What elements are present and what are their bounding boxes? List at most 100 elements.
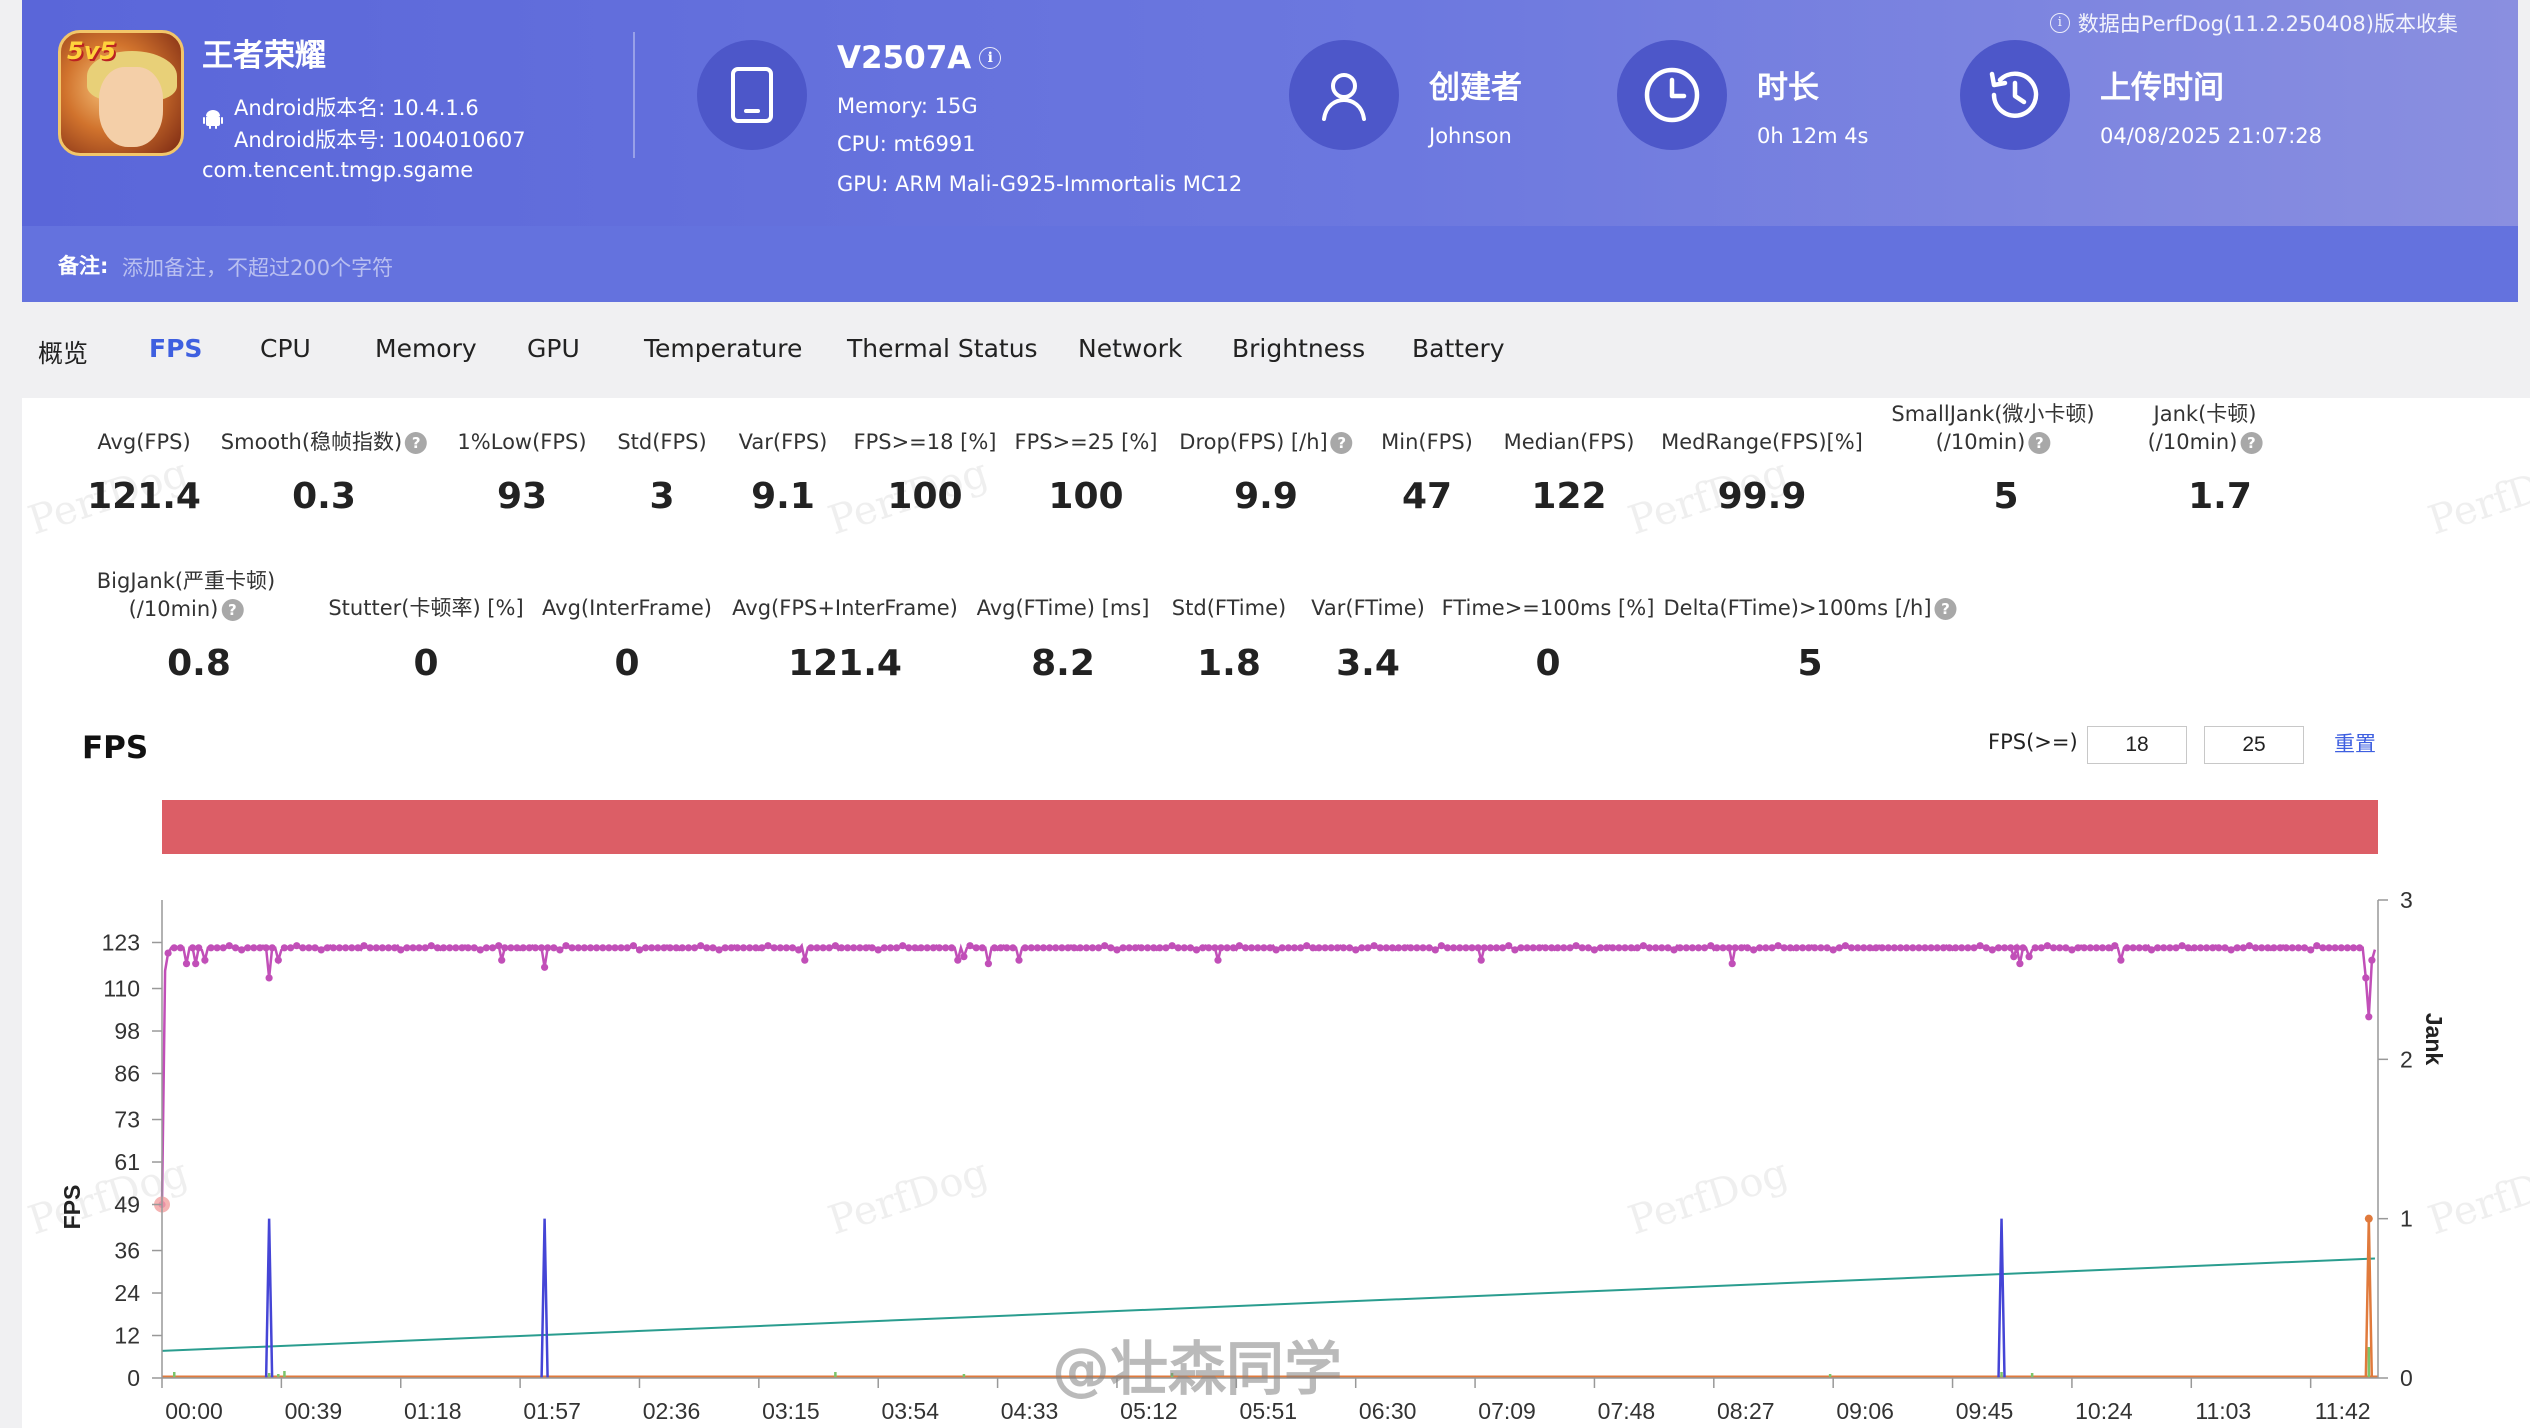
- fps-point: [764, 942, 772, 950]
- fps-point: [495, 942, 503, 950]
- fps-point: [899, 942, 907, 950]
- fps-point: [268, 944, 276, 952]
- fps-point: [541, 963, 549, 971]
- fps-point: [2013, 944, 2021, 952]
- x-tick-label: 01:57: [523, 1398, 581, 1424]
- fps-point: [2010, 953, 2018, 961]
- fps-point: [537, 944, 546, 952]
- fps-point: [788, 944, 797, 952]
- fps-point: [2239, 944, 2247, 952]
- fps-point: [470, 944, 478, 952]
- x-tick-label: 02:36: [643, 1398, 701, 1424]
- y-tick-label: 123: [102, 929, 140, 955]
- x-tick-label: 06:30: [1359, 1398, 1417, 1424]
- fps-point: [2307, 946, 2315, 954]
- fps-point: [1431, 946, 1439, 954]
- jank-spike: [540, 1218, 549, 1379]
- fps-point: [176, 944, 184, 952]
- fps-point: [421, 944, 429, 952]
- fps-point: [1052, 944, 1060, 952]
- fps-point: [1186, 944, 1194, 952]
- x-tick-label: 05:51: [1240, 1398, 1298, 1424]
- fps-point: [1590, 946, 1598, 954]
- fps-point: [2313, 942, 2321, 950]
- fps-point: [1958, 944, 1966, 952]
- fps-point: [1584, 944, 1592, 952]
- fps-point: [1823, 944, 1831, 952]
- fps-point: [635, 946, 644, 954]
- y-tick-label: 98: [114, 1018, 140, 1044]
- fps-point: [905, 944, 913, 952]
- fps-point: [1168, 942, 1176, 950]
- fps-point: [868, 944, 876, 952]
- y2-axis-title: Jank: [2421, 1013, 2447, 1066]
- fps-point: [1101, 942, 1109, 950]
- fps-point: [2215, 944, 2223, 952]
- fps-point: [990, 944, 999, 952]
- fps-point: [2147, 946, 2156, 954]
- fps-point: [2221, 944, 2229, 952]
- fps-point: [2270, 944, 2278, 952]
- fps-point: [397, 946, 405, 954]
- fps-point: [311, 944, 319, 952]
- fps-point: [831, 942, 840, 950]
- fps-point: [984, 960, 993, 968]
- fps-point: [2227, 946, 2235, 954]
- fps-point: [1303, 942, 1311, 950]
- fps-point: [231, 944, 240, 952]
- fps-point: [1664, 944, 1672, 952]
- fps-point: [317, 946, 325, 954]
- x-tick-label: 00:39: [285, 1398, 343, 1424]
- y-tick-label: 12: [114, 1323, 140, 1349]
- fps-point: [1750, 946, 1758, 954]
- fps-point: [182, 960, 191, 968]
- fps-point: [2098, 944, 2107, 952]
- fps-point: [2068, 946, 2076, 954]
- fps-point: [2178, 942, 2186, 950]
- fps-chart[interactable]: 01224364961738698110123012300:00 00:39 01:…: [0, 0, 2530, 1428]
- fps-point: [498, 956, 506, 964]
- fps-point: [2141, 944, 2149, 952]
- fps-point: [978, 944, 986, 952]
- fps-point: [1223, 944, 1231, 952]
- fps-point: [2016, 960, 2024, 968]
- fps-point: [966, 942, 974, 950]
- x-tick-label: 10:24: [2075, 1398, 2133, 1424]
- y-tick-label: 24: [114, 1280, 140, 1306]
- y2-tick-label: 2: [2400, 1046, 2413, 1072]
- y2-tick-label: 3: [2400, 887, 2413, 913]
- fps-point: [1701, 944, 1709, 952]
- fps-point: [1707, 942, 1715, 950]
- fps-point: [201, 956, 209, 964]
- fps-point: [1474, 944, 1482, 952]
- fps-point: [1774, 942, 1782, 950]
- fps-point: [482, 944, 490, 952]
- fps-point: [2111, 942, 2119, 950]
- fps-point: [850, 944, 858, 952]
- fps-point: [1817, 944, 1825, 952]
- fps-point: [1437, 942, 1445, 950]
- fps-point: [1728, 960, 1736, 968]
- fps-point: [1670, 946, 1678, 954]
- fps-point: [1015, 956, 1023, 964]
- fps-point: [623, 944, 631, 952]
- fps-point: [342, 944, 350, 952]
- fps-point: [1933, 944, 1941, 952]
- fps-point: [758, 944, 766, 952]
- fps-point: [1639, 942, 1647, 950]
- fps-point: [2037, 944, 2045, 952]
- fps-point: [948, 944, 956, 952]
- fps-point: [1645, 944, 1654, 952]
- fps-point: [170, 944, 178, 952]
- fps-point: [715, 946, 723, 954]
- fps-point: [629, 942, 638, 950]
- fps-point: [1572, 942, 1580, 950]
- fps-point: [280, 944, 288, 952]
- fps-point: [452, 944, 460, 952]
- fps-point: [1450, 944, 1458, 952]
- fps-point: [2245, 942, 2253, 950]
- x-tick-label: 04:33: [1001, 1398, 1059, 1424]
- fps-point: [164, 949, 172, 957]
- fps-point: [935, 944, 944, 952]
- fps-point: [1841, 942, 1849, 950]
